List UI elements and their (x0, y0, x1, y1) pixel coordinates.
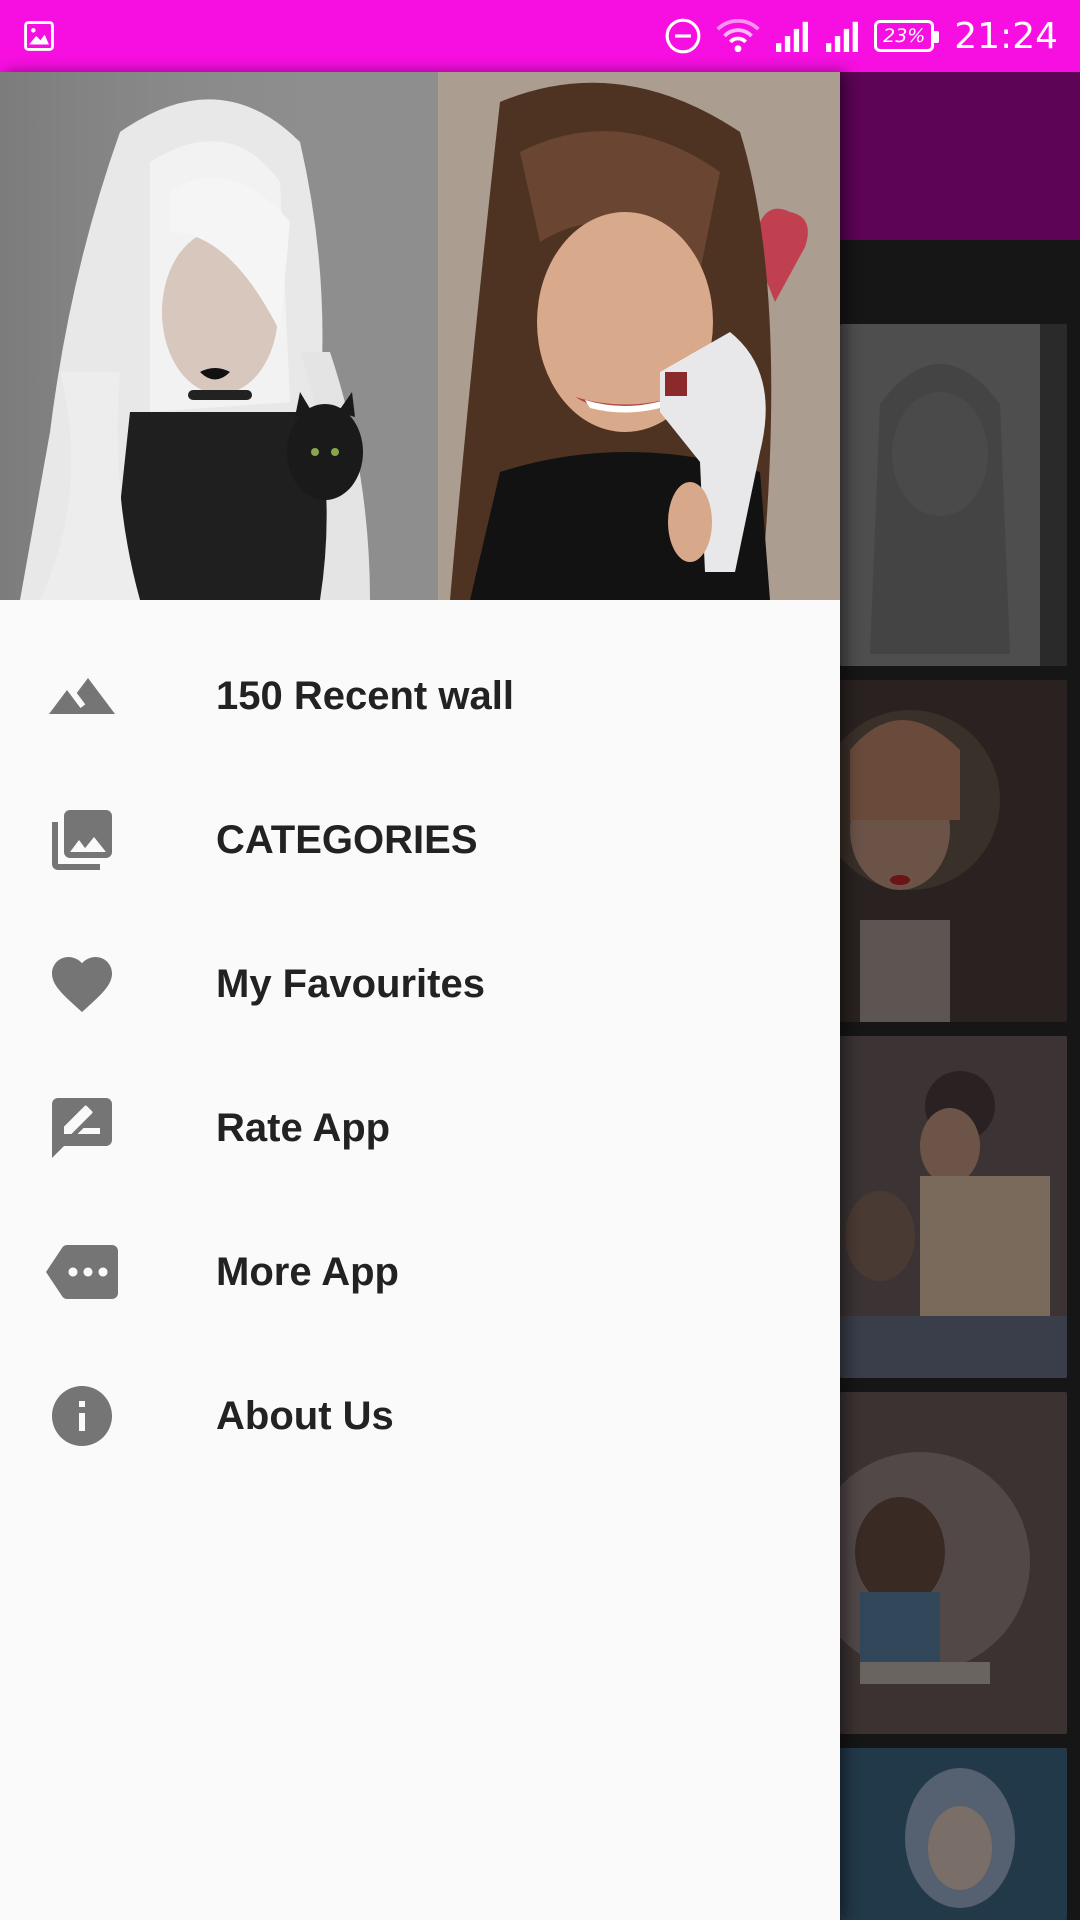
menu-item-categories[interactable]: CATEGORIES (0, 768, 840, 912)
signal-icon (774, 20, 810, 52)
wallpaper-thumb-ice[interactable] (840, 1748, 1067, 1920)
menu-item-about-us[interactable]: About Us (0, 1344, 840, 1488)
photo-library-icon (46, 804, 118, 876)
menu-item-rate-app[interactable]: Rate App (0, 1056, 840, 1200)
wallpaper-thumb-braid[interactable] (840, 680, 1067, 1022)
status-bar: 23% 21:24 (0, 0, 1080, 72)
menu-item-label: Rate App (216, 1105, 391, 1150)
info-icon (46, 1380, 118, 1452)
battery-percent: 23% (883, 25, 926, 47)
battery-icon: 23% (874, 20, 940, 52)
menu-item-label: 150 Recent wall (216, 673, 514, 718)
heart-icon (46, 948, 118, 1020)
menu-item-label: My Favourites (216, 961, 485, 1006)
wifi-icon (716, 17, 760, 55)
wallpaper-thumb-couple[interactable] (840, 1036, 1067, 1378)
wallpaper-girl-brown-hair (438, 72, 840, 600)
menu-item-favourites[interactable]: My Favourites (0, 912, 840, 1056)
image-notification-icon (22, 19, 56, 53)
wallpaper-thumb-reading[interactable] (840, 1392, 1067, 1734)
menu-item-label: CATEGORIES (216, 817, 478, 862)
more-label-icon (46, 1236, 118, 1308)
wallpaper-girl-white-hair (0, 72, 438, 600)
do-not-disturb-icon (664, 17, 702, 55)
clock: 21:24 (954, 15, 1058, 57)
signal-icon-2 (824, 20, 860, 52)
drawer-header (0, 72, 840, 600)
menu-item-label: About Us (216, 1393, 394, 1438)
drawer-menu: 150 Recent wall CATEGORIES My Favourites… (0, 624, 840, 1488)
rate-review-icon (46, 1092, 118, 1164)
navigation-drawer: 150 Recent wall CATEGORIES My Favourites… (0, 72, 840, 1920)
menu-item-label: More App (216, 1249, 399, 1294)
landscape-icon (46, 660, 118, 732)
wallpaper-thumb-sketch[interactable] (840, 324, 1067, 666)
menu-item-more-app[interactable]: More App (0, 1200, 840, 1344)
menu-item-recent-wall[interactable]: 150 Recent wall (0, 624, 840, 768)
